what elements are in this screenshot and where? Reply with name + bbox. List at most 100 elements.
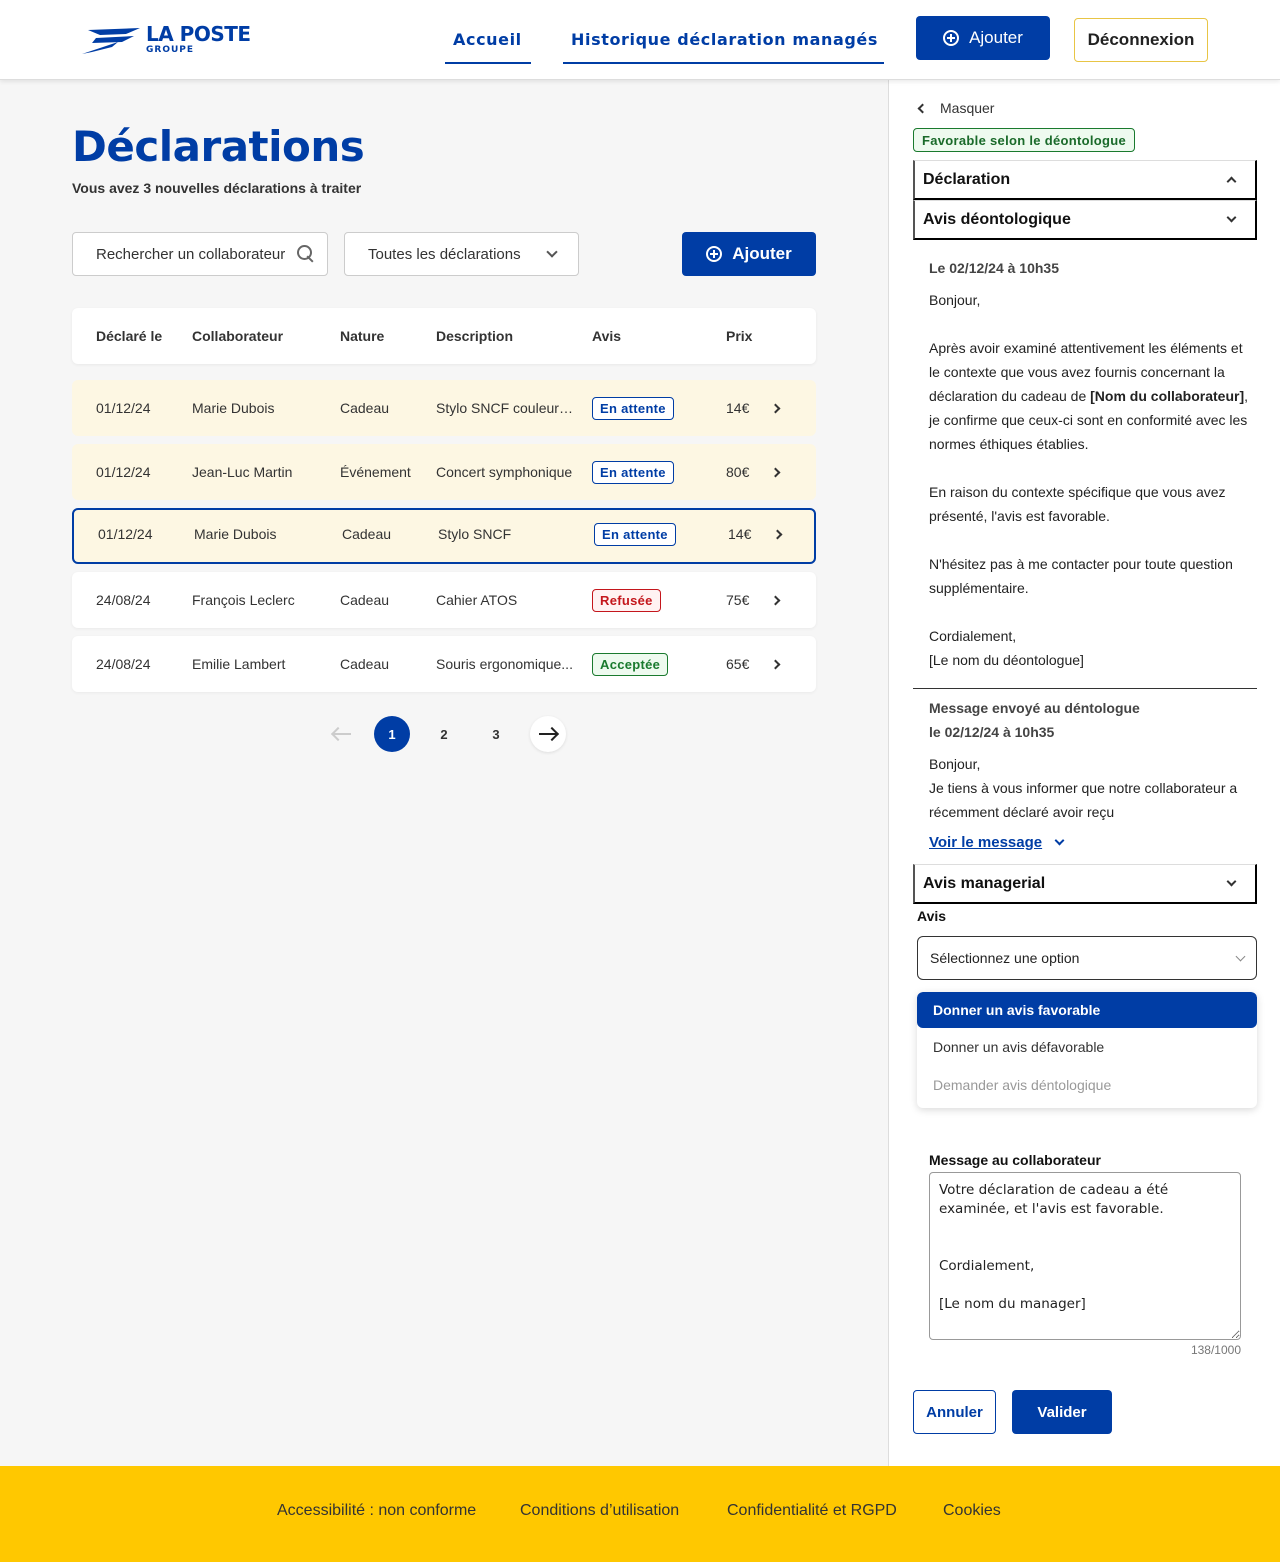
- chevron-right-icon: [774, 529, 783, 539]
- nav-historique[interactable]: Historique déclaration managés: [563, 28, 884, 64]
- la-poste-logo[interactable]: LA POSTE GROUPE: [82, 24, 251, 55]
- row-open[interactable]: [774, 508, 794, 560]
- hide-panel-button[interactable]: Masquer: [917, 100, 995, 116]
- row-open[interactable]: [772, 380, 792, 436]
- column-header-prix: Prix: [726, 328, 753, 344]
- avis-select[interactable]: Sélectionnez une option: [917, 936, 1257, 980]
- chevron-down-icon: [1235, 951, 1246, 961]
- declaration-filter-select[interactable]: Toutes les déclarations: [344, 232, 579, 276]
- la-poste-bird-icon: [82, 28, 140, 54]
- chevron-up-icon: [1226, 176, 1237, 187]
- see-message-link[interactable]: Voir le message: [929, 834, 1065, 851]
- row-description-text: Cahier ATOS: [436, 592, 518, 608]
- message-textarea[interactable]: Votre déclaration de cadeau a été examin…: [929, 1172, 1241, 1340]
- status-badge: En attente: [592, 396, 674, 420]
- chevron-right-icon: [772, 595, 781, 605]
- pagination-page-2[interactable]: 2: [426, 716, 462, 752]
- row-prix: 14€: [726, 400, 750, 416]
- logo-text: LA POSTE GROUPE: [146, 24, 251, 55]
- header-add-label: Ajouter: [969, 28, 1023, 47]
- deonto-paragraph-1: Après avoir examiné attentivement les él…: [929, 336, 1249, 456]
- header-add-button[interactable]: Ajouter: [916, 16, 1050, 60]
- deonto-paragraph-2: En raison du contexte spécifique que vou…: [929, 484, 1226, 524]
- option-avis-deontologique[interactable]: Demander avis déntologique: [917, 1066, 1257, 1104]
- pagination-next[interactable]: [530, 716, 566, 752]
- row-date: 01/12/24: [96, 464, 151, 480]
- table-header: Déclaré le Collaborateur Nature Descript…: [72, 308, 816, 364]
- table-row[interactable]: 24/08/24 François Leclerc Cadeau Cahier …: [72, 572, 816, 628]
- table-row-selected[interactable]: 01/12/24 Marie Dubois Cadeau Stylo SNCF …: [72, 508, 816, 564]
- hide-panel-label: Masquer: [940, 100, 995, 116]
- option-avis-defavorable[interactable]: Donner un avis défavorable: [917, 1028, 1257, 1066]
- arrow-left-icon: [333, 733, 351, 735]
- accordion-avis-deontologique[interactable]: Avis déontologique: [913, 200, 1257, 240]
- accordion-avis-managerial[interactable]: Avis managerial: [913, 864, 1257, 904]
- divider: [913, 688, 1257, 689]
- pagination-prev[interactable]: [324, 716, 360, 752]
- footer-link-cookies[interactable]: Cookies: [943, 1502, 1001, 1520]
- avis-select-placeholder: Sélectionnez une option: [930, 950, 1080, 966]
- deonto-p1-collaborator: [Nom du collaborateur]: [1090, 388, 1245, 404]
- avis-label: Avis: [917, 908, 947, 924]
- row-date: 01/12/24: [98, 526, 153, 542]
- column-header-date: Déclaré le: [96, 328, 163, 344]
- row-prix: 80€: [726, 464, 750, 480]
- row-collaborator: François Leclerc: [192, 592, 295, 608]
- row-open[interactable]: [772, 444, 792, 500]
- arrow-right-icon: [539, 733, 557, 735]
- option-avis-favorable[interactable]: Donner un avis favorable: [917, 992, 1257, 1028]
- column-header-avis: Avis: [592, 328, 622, 344]
- row-description: Stylo SNCF couleur r...: [436, 380, 576, 436]
- status-badge: Refusée: [592, 588, 661, 612]
- row-avis: En attente: [592, 444, 702, 500]
- search-icon[interactable]: [297, 245, 315, 263]
- row-date: 01/12/24: [96, 400, 151, 416]
- row-date: 24/08/24: [96, 656, 151, 672]
- pagination-page-3[interactable]: 3: [478, 716, 514, 752]
- footer-link-accessibility[interactable]: Accessibilité : non conforme: [277, 1502, 476, 1520]
- row-nature: Événement: [340, 464, 411, 480]
- cancel-button[interactable]: Annuler: [913, 1390, 996, 1434]
- chevron-down-icon: [1226, 876, 1237, 887]
- accordion-declaration[interactable]: Déclaration: [913, 160, 1257, 200]
- search-field[interactable]: [72, 232, 328, 276]
- footer: Accessibilité : non conforme Conditions …: [0, 1466, 1280, 1562]
- add-declaration-button[interactable]: Ajouter: [682, 232, 816, 276]
- row-collaborator: Emilie Lambert: [192, 656, 286, 672]
- chevron-right-icon: [772, 659, 781, 669]
- status-badge: En attente: [594, 522, 676, 546]
- row-date: 24/08/24: [96, 592, 151, 608]
- add-declaration-label: Ajouter: [732, 244, 792, 263]
- accordion-declaration-label: Déclaration: [923, 170, 1011, 188]
- deonto-status-badge: Favorable selon le déontologue: [913, 128, 1136, 152]
- table-row[interactable]: 24/08/24 Emilie Lambert Cadeau Souris er…: [72, 636, 816, 692]
- row-open[interactable]: [772, 636, 792, 692]
- column-header-description: Description: [436, 328, 514, 344]
- table-row[interactable]: 01/12/24 Marie Dubois Cadeau Stylo SNCF …: [72, 380, 816, 436]
- deonto-greeting: Bonjour,: [929, 292, 981, 308]
- row-avis: En attente: [592, 380, 702, 436]
- validate-button[interactable]: Valider: [1012, 1390, 1112, 1434]
- deonto-closing: Cordialement,: [929, 628, 1017, 644]
- chevron-left-icon: [917, 103, 928, 113]
- table-row[interactable]: 01/12/24 Jean-Luc Martin Événement Conce…: [72, 444, 816, 500]
- footer-link-privacy[interactable]: Confidentialité et RGPD: [727, 1502, 897, 1520]
- pagination: 1 2 3: [324, 716, 574, 752]
- row-nature: Cadeau: [342, 526, 392, 542]
- pagination-page-1[interactable]: 1: [374, 716, 410, 752]
- message-label: Message au collaborateur: [929, 1152, 1101, 1168]
- row-description: Souris ergonomique...: [436, 636, 576, 692]
- page-title: Déclarations: [72, 122, 365, 171]
- character-counter: 138/1000: [1190, 1343, 1241, 1357]
- deonto-signature: [Le nom du déontologue]: [929, 652, 1084, 668]
- row-avis: Acceptée: [592, 636, 702, 692]
- status-badge: Acceptée: [592, 652, 669, 676]
- footer-link-conditions[interactable]: Conditions d’utilisation: [520, 1502, 679, 1520]
- sent-greeting: Bonjour,: [929, 756, 981, 772]
- row-open[interactable]: [772, 572, 792, 628]
- nav-accueil[interactable]: Accueil: [445, 28, 531, 64]
- accordion-avis-manager-label: Avis managerial: [923, 874, 1046, 892]
- logout-button[interactable]: Déconnexion: [1074, 18, 1208, 62]
- search-input[interactable]: [96, 245, 286, 263]
- column-header-nature: Nature: [340, 328, 385, 344]
